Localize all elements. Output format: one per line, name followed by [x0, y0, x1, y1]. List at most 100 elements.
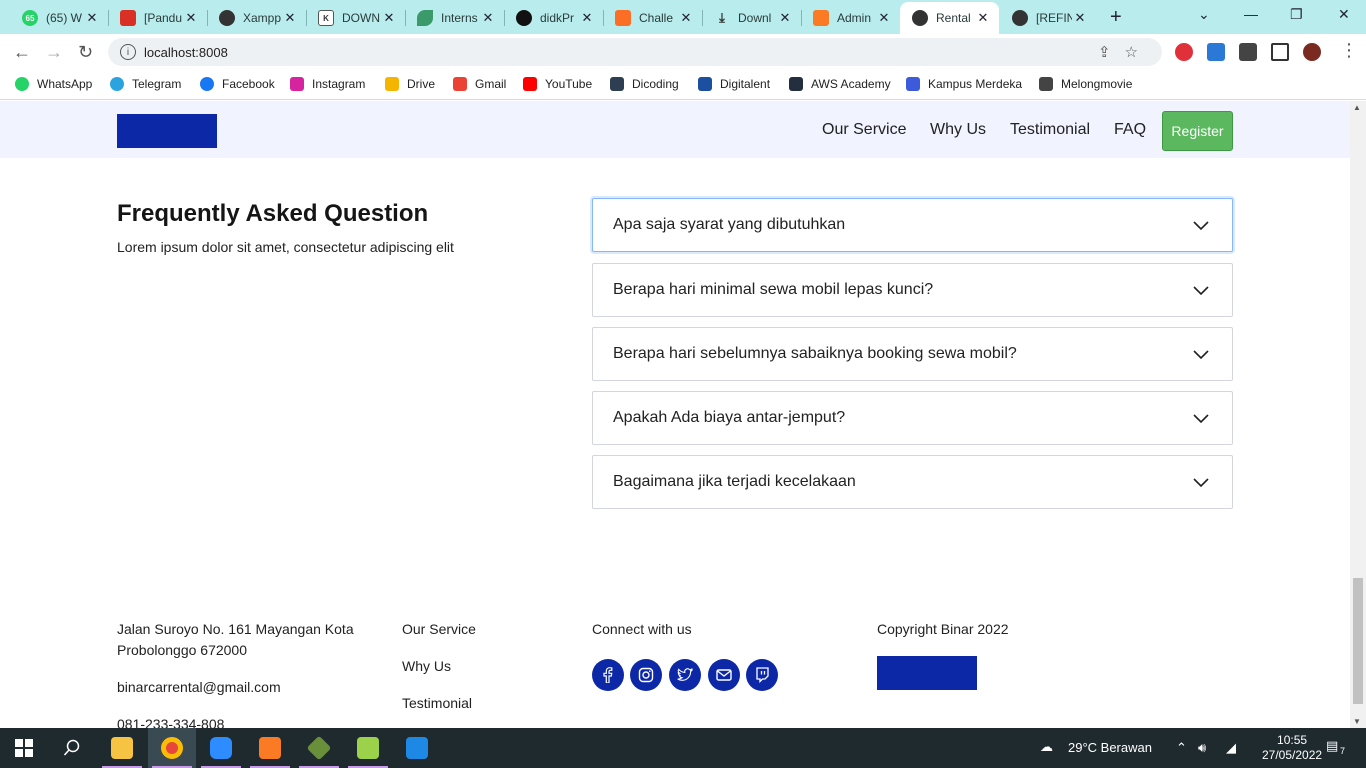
bookmark-star-icon[interactable]: ☆	[1125, 44, 1152, 61]
browser-tab[interactable]: ⤓ Downl ✕	[702, 4, 801, 32]
extension-icon[interactable]	[1175, 43, 1193, 61]
side-panel-icon[interactable]	[1271, 43, 1289, 61]
close-icon[interactable]: ✕	[579, 10, 595, 26]
minimize-button[interactable]: —	[1244, 6, 1258, 22]
scrollbar-thumb[interactable]	[1353, 578, 1363, 704]
close-icon[interactable]: ✕	[876, 10, 892, 26]
scroll-up-icon[interactable]: ▲	[1353, 103, 1361, 112]
bookmark-gmail[interactable]: Gmail	[453, 77, 506, 91]
twitter-icon[interactable]	[669, 659, 701, 691]
chevron-down-icon	[1193, 414, 1209, 424]
weather-icon[interactable]: ☁	[1040, 739, 1053, 755]
bookmark-youtube[interactable]: YouTube	[523, 77, 592, 91]
chevron-down-icon	[1193, 478, 1209, 488]
avatar[interactable]	[1303, 43, 1321, 61]
weather-text[interactable]: 29°C Berawan	[1068, 740, 1152, 755]
browser-tab[interactable]: Admin ✕	[801, 4, 900, 32]
xampp-app[interactable]	[246, 728, 294, 768]
bookmark-telegram[interactable]: Telegram	[110, 77, 181, 91]
page-scrollbar[interactable]: ▲ ▼	[1350, 101, 1366, 728]
scroll-down-icon[interactable]: ▼	[1353, 717, 1361, 726]
close-icon[interactable]: ✕	[480, 10, 496, 26]
browser-tab[interactable]: didkPr ✕	[504, 4, 603, 32]
extensions-puzzle-icon[interactable]	[1239, 43, 1257, 61]
bookmark-facebook[interactable]: Facebook	[200, 77, 275, 91]
browser-tab[interactable]: K DOWN ✕	[306, 4, 405, 32]
browser-tab[interactable]: Challe ✕	[603, 4, 702, 32]
forward-button[interactable]: →	[45, 42, 63, 63]
instagram-icon[interactable]	[630, 659, 662, 691]
browser-tab[interactable]: 65 (65) W ✕	[10, 4, 108, 32]
nav-our-service[interactable]: Our Service	[822, 121, 906, 139]
close-icon[interactable]: ✕	[183, 10, 199, 26]
bookmark-aws-academy[interactable]: AWS Academy	[789, 77, 891, 91]
notepad-plus-app[interactable]	[344, 728, 392, 768]
browser-tab[interactable]: Interns ✕	[405, 4, 504, 32]
back-button[interactable]: ←	[13, 42, 31, 63]
system-clock[interactable]: 10:55 27/05/2022	[1262, 733, 1322, 763]
bookmark-kampus-merdeka[interactable]: Kampus Merdeka	[906, 77, 1022, 91]
close-icon[interactable]: ✕	[777, 10, 793, 26]
url-text[interactable]: localhost:8008	[144, 45, 228, 60]
faq-accordion-item[interactable]: Bagaimana jika terjadi kecelakaan	[592, 455, 1233, 509]
close-icon[interactable]: ✕	[678, 10, 694, 26]
browser-tab[interactable]: [Pandu ✕	[108, 4, 207, 32]
site-logo[interactable]	[117, 114, 217, 148]
tab-search-icon[interactable]: ⌄	[1198, 6, 1210, 23]
chrome-icon	[161, 737, 183, 759]
close-icon[interactable]: ✕	[282, 10, 298, 26]
new-tab-button[interactable]: +	[1110, 6, 1122, 29]
faq-accordion-item[interactable]: Berapa hari minimal sewa mobil lepas kun…	[592, 263, 1233, 317]
bookmark-dicoding[interactable]: Dicoding	[610, 77, 679, 91]
footer-link-our-service[interactable]: Our Service	[402, 619, 476, 640]
nav-faq[interactable]: FAQ	[1114, 121, 1146, 139]
faq-question: Apa saja syarat yang dibutuhkan	[613, 216, 846, 233]
file-explorer-app[interactable]	[98, 728, 146, 768]
close-icon[interactable]: ✕	[1072, 10, 1088, 26]
browser-tab[interactable]: [REFIN ✕	[1000, 4, 1096, 32]
tray-chevron-icon[interactable]: ⌃	[1176, 740, 1187, 756]
search-button[interactable]	[48, 728, 96, 768]
network-icon[interactable]: ◢	[1226, 740, 1236, 756]
bookmark-melongmovie[interactable]: Melongmovie	[1039, 77, 1132, 91]
bookmark-drive[interactable]: Drive	[385, 77, 435, 91]
site-info-icon[interactable]: i	[120, 44, 136, 60]
faq-accordion-item[interactable]: Apakah Ada biaya antar-jemput?	[592, 391, 1233, 445]
drive-icon	[385, 77, 399, 91]
nav-why-us[interactable]: Why Us	[930, 121, 986, 139]
chrome-app[interactable]	[148, 728, 196, 768]
footer-link-why-us[interactable]: Why Us	[402, 656, 451, 677]
browser-tab-active[interactable]: Rental ✕	[900, 2, 999, 34]
volume-icon[interactable]: 🔊︎	[1198, 740, 1206, 756]
reload-button[interactable]: ↻	[78, 42, 93, 63]
browser-tab[interactable]: Xampp ✕	[207, 4, 306, 32]
close-icon[interactable]: ✕	[84, 10, 100, 26]
twitch-icon[interactable]	[746, 659, 778, 691]
start-button[interactable]	[0, 728, 48, 768]
globe-icon	[912, 10, 928, 26]
git-app[interactable]	[295, 728, 343, 768]
bookmark-instagram[interactable]: Instagram	[290, 77, 365, 91]
footer-logo	[877, 656, 977, 690]
register-button[interactable]: Register	[1162, 111, 1233, 151]
footer-link-testimonial[interactable]: Testimonial	[402, 693, 472, 714]
mail-icon[interactable]	[708, 659, 740, 691]
nav-testimonial[interactable]: Testimonial	[1010, 121, 1090, 139]
zoom-app[interactable]	[197, 728, 245, 768]
restore-button[interactable]: ❐	[1290, 6, 1303, 23]
faq-accordion-item[interactable]: Apa saja syarat yang dibutuhkan	[592, 198, 1233, 252]
share-icon[interactable]: ⇪	[1098, 44, 1125, 61]
vscode-app[interactable]	[393, 728, 441, 768]
bookmark-whatsapp[interactable]: WhatsApp	[15, 77, 92, 91]
menu-kebab-icon[interactable]: ⋮	[1340, 40, 1358, 61]
facebook-icon[interactable]	[592, 659, 624, 691]
address-bar[interactable]: i localhost:8008 ⇪☆	[108, 38, 1162, 66]
window-close-button[interactable]: ✕	[1338, 6, 1350, 23]
notification-center-icon[interactable]: ▤	[1326, 738, 1338, 754]
faq-accordion-item[interactable]: Berapa hari sebelumnya sabaiknya booking…	[592, 327, 1233, 381]
footer-connect-label: Connect with us	[592, 621, 692, 637]
close-icon[interactable]: ✕	[975, 10, 991, 26]
close-icon[interactable]: ✕	[381, 10, 397, 26]
extension-icon[interactable]	[1207, 43, 1225, 61]
bookmark-digitalent[interactable]: Digitalent	[698, 77, 770, 91]
